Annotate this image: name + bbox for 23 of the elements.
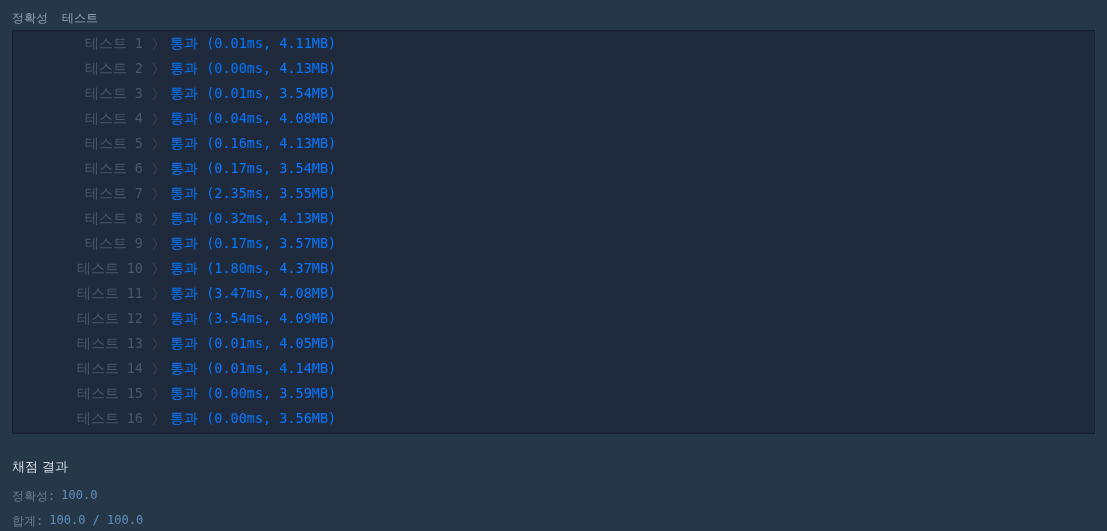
test-result: 통과 (0.04ms, 4.08MB) (170, 109, 337, 128)
test-result: 통과 (3.54ms, 4.09MB) (170, 309, 337, 328)
summary-value: 100.0 / 100.0 (49, 513, 144, 529)
test-result: 통과 (0.00ms, 3.56MB) (170, 409, 337, 428)
test-result: 통과 (0.01ms, 3.54MB) (170, 84, 337, 103)
tab[interactable]: 정확성 (12, 9, 48, 27)
test-result: 통과 (0.17ms, 3.54MB) (170, 159, 337, 178)
test-result: 통과 (2.35ms, 3.55MB) (170, 184, 337, 203)
test-result: 통과 (0.01ms, 4.05MB) (170, 334, 337, 353)
tab[interactable]: 테스트 (62, 9, 98, 27)
summary-label: 정확성: (12, 488, 56, 505)
test-result: 통과 (0.01ms, 4.14MB) (170, 359, 337, 378)
test-result: 통과 (0.16ms, 4.13MB) (170, 134, 337, 153)
summary-title: 채점 결과 (12, 458, 70, 476)
summary-label: 합계: (12, 513, 44, 530)
test-result: 통과 (0.17ms, 3.57MB) (170, 234, 337, 253)
summary-value: 100.0 (61, 488, 98, 504)
test-result: 통과 (0.00ms, 4.13MB) (170, 59, 337, 78)
test-result: 통과 (3.47ms, 4.08MB) (170, 284, 337, 303)
test-result: 통과 (1.80ms, 4.37MB) (170, 259, 337, 278)
test-result: 통과 (0.00ms, 3.59MB) (170, 384, 337, 403)
test-result: 통과 (0.32ms, 4.13MB) (170, 209, 337, 228)
test-result: 통과 (0.01ms, 4.11MB) (170, 34, 337, 53)
